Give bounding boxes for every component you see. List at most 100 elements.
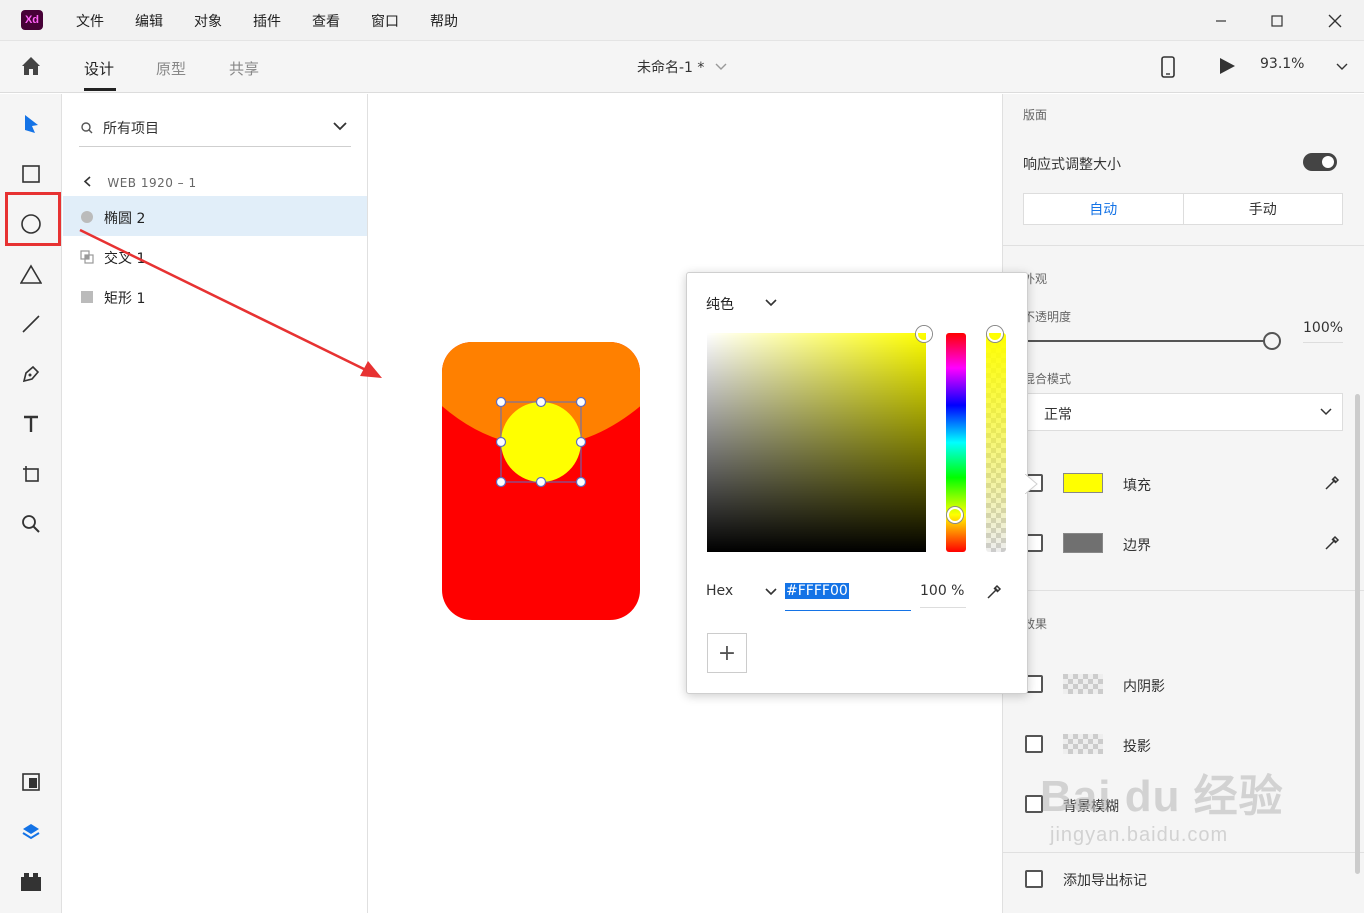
line-tool-icon[interactable] (19, 312, 43, 336)
artboard-tool-icon[interactable] (19, 462, 43, 486)
alpha-slider[interactable] (986, 333, 1006, 552)
resize-mode-segment: 自动 手动 (1023, 193, 1343, 225)
minimize-icon[interactable] (1206, 8, 1236, 34)
export-mark-checkbox[interactable] (1025, 870, 1043, 888)
fill-label: 填充 (1123, 478, 1151, 494)
layers-panel: 所有项目 WEB 1920 – 1 椭圆 2 交叉 1 矩形 1 (63, 94, 368, 913)
chevron-down-icon (333, 122, 347, 131)
xd-logo-icon: Xd (21, 10, 43, 30)
polygon-tool-icon[interactable] (19, 262, 43, 286)
drop-shadow-checkbox[interactable] (1025, 735, 1043, 753)
divider (1003, 245, 1364, 246)
menu-help[interactable]: 帮助 (430, 11, 458, 31)
responsive-resize-toggle[interactable] (1303, 153, 1337, 171)
menu-bar: 文件 编辑 对象 插件 查看 窗口 帮助 (76, 11, 489, 31)
divider (1003, 852, 1364, 853)
inner-shadow-label: 内阴影 (1123, 679, 1165, 695)
hex-input[interactable]: #FFFF00 (785, 577, 911, 611)
mode-bar: 设计 原型 共享 未命名-1 * 93.1% (0, 41, 1364, 93)
home-icon[interactable] (20, 55, 42, 77)
chevron-down-icon (1320, 408, 1332, 416)
menu-object[interactable]: 对象 (194, 11, 222, 31)
layer-label: 椭圆 2 (104, 211, 146, 227)
tab-prototype[interactable]: 原型 (156, 58, 186, 79)
inner-shadow-swatch[interactable] (1063, 674, 1103, 694)
plugins-icon[interactable] (19, 870, 43, 894)
ellipse-layer-icon (81, 211, 93, 223)
maximize-icon[interactable] (1262, 8, 1292, 34)
layout-section-title: 版面 (1023, 108, 1048, 122)
watermark-brand: Bai du 经验 (1040, 772, 1284, 821)
layer-item-intersect[interactable]: 交叉 1 (63, 236, 367, 276)
popover-arrow (1025, 474, 1038, 494)
layer-item-rectangle[interactable]: 矩形 1 (63, 276, 367, 316)
active-tab-indicator (84, 88, 116, 91)
menu-window[interactable]: 窗口 (371, 11, 399, 31)
close-icon[interactable] (1320, 8, 1350, 34)
document-title[interactable]: 未命名-1 * (637, 57, 704, 77)
watermark-url: jingyan.baidu.com (1050, 824, 1229, 846)
ellipse-shape[interactable] (501, 402, 581, 482)
resize-manual-button[interactable]: 手动 (1184, 194, 1343, 224)
text-tool-icon[interactable] (19, 412, 43, 436)
play-icon[interactable] (1218, 57, 1236, 79)
toolbar-left (0, 94, 62, 913)
select-tool-icon[interactable] (19, 112, 43, 136)
export-mark-label: 添加导出标记 (1063, 873, 1147, 889)
breadcrumb-artboard: WEB 1920 – 1 (107, 176, 197, 190)
pen-tool-icon[interactable] (19, 362, 43, 386)
color-type-select[interactable]: 纯色 (706, 294, 734, 314)
scrollbar[interactable] (1355, 394, 1360, 874)
opacity-label: 不透明度 (1023, 310, 1072, 324)
eyedropper-icon[interactable] (985, 583, 1003, 601)
color-mode-select[interactable]: Hex (706, 583, 733, 599)
layer-label: 矩形 1 (104, 291, 146, 307)
search-icon (81, 122, 93, 134)
menu-file[interactable]: 文件 (76, 11, 104, 31)
ellipse-tool-highlight (5, 192, 61, 246)
fill-swatch[interactable] (1063, 473, 1103, 493)
tab-design[interactable]: 设计 (84, 58, 114, 79)
eyedropper-icon[interactable] (1323, 534, 1341, 552)
layer-filter[interactable]: 所有项目 (79, 112, 351, 147)
divider (1003, 590, 1364, 591)
blend-mode-value: 正常 (1044, 407, 1072, 423)
chevron-down-icon[interactable] (765, 588, 777, 596)
menu-edit[interactable]: 编辑 (135, 11, 163, 31)
blend-mode-select[interactable]: 正常 (1025, 393, 1343, 431)
opacity-value[interactable]: 100% (1303, 320, 1343, 343)
menu-view[interactable]: 查看 (312, 11, 340, 31)
chevron-down-icon[interactable] (1336, 59, 1348, 75)
chevron-left-icon (83, 176, 91, 187)
title-bar: Xd 文件 编辑 对象 插件 查看 窗口 帮助 (0, 0, 1364, 41)
saturation-brightness-area[interactable] (707, 333, 926, 552)
border-swatch[interactable] (1063, 533, 1103, 553)
tab-share[interactable]: 共享 (229, 58, 259, 79)
eyedropper-icon[interactable] (1323, 474, 1341, 492)
drop-shadow-swatch[interactable] (1063, 734, 1103, 754)
opacity-slider-knob[interactable] (1263, 332, 1281, 350)
alpha-knob[interactable] (987, 326, 1003, 342)
intersect-layer-icon (80, 250, 94, 264)
saturation-knob[interactable] (916, 326, 932, 342)
resize-auto-button[interactable]: 自动 (1024, 194, 1184, 224)
zoom-level[interactable]: 93.1% (1260, 56, 1304, 72)
rectangle-tool-icon[interactable] (19, 162, 43, 186)
mobile-preview-icon[interactable] (1160, 56, 1176, 82)
color-picker-popover: 纯色 Hex #FFFF00 100 % + (686, 272, 1028, 694)
hue-knob[interactable] (947, 507, 963, 523)
zoom-tool-icon[interactable] (19, 512, 43, 536)
layers-icon[interactable] (19, 820, 43, 844)
breadcrumb[interactable]: WEB 1920 – 1 (83, 176, 197, 190)
layer-label: 交叉 1 (104, 251, 146, 267)
layer-item-ellipse[interactable]: 椭圆 2 (63, 196, 367, 236)
hex-value: #FFFF00 (785, 583, 849, 599)
rectangle-layer-icon (81, 291, 93, 303)
opacity-slider-track[interactable] (1025, 340, 1265, 342)
assets-icon[interactable] (19, 770, 43, 794)
alpha-input[interactable]: 100 % (920, 583, 966, 608)
add-swatch-button[interactable]: + (707, 633, 747, 673)
chevron-down-icon[interactable] (715, 59, 727, 75)
chevron-down-icon[interactable] (765, 299, 777, 307)
menu-plugins[interactable]: 插件 (253, 11, 281, 31)
